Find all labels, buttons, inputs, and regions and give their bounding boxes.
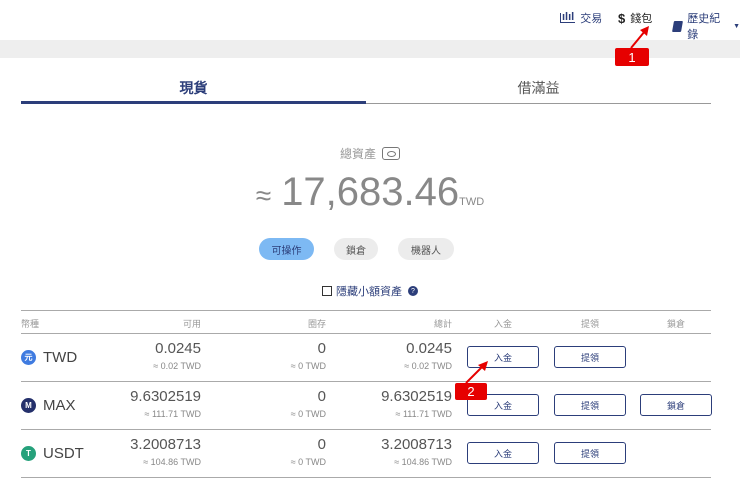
annotation-arrow-1	[630, 30, 646, 49]
annotation-arrow-2	[465, 365, 484, 384]
annotation-arrows	[465, 26, 649, 384]
